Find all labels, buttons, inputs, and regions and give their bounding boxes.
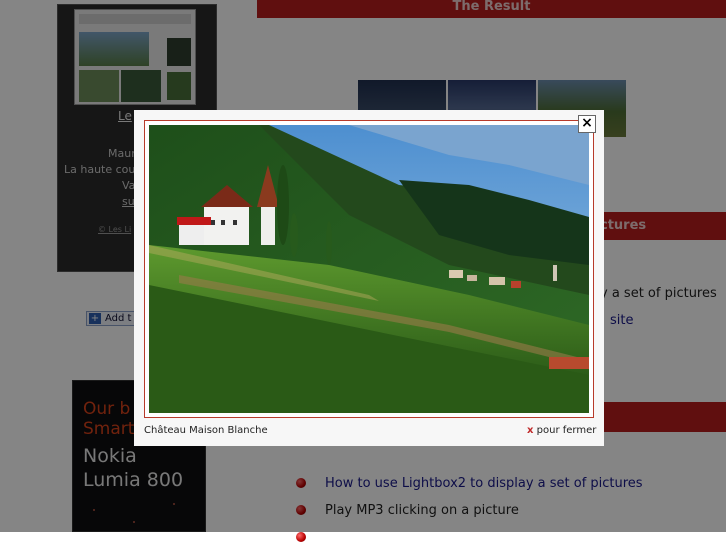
lightbox-dialog: × Château Maison Blanche x pour fermer xyxy=(134,110,604,446)
chateau-vineyard-photo xyxy=(149,125,589,413)
page: Le Maur La haute cout Va su © Les Li + A… xyxy=(0,0,726,542)
close-x-icon: x xyxy=(527,425,534,436)
close-button[interactable]: × xyxy=(578,115,596,133)
bullet-icon xyxy=(296,532,306,542)
lightbox-image-frame xyxy=(144,120,594,418)
lightbox-photo[interactable] xyxy=(149,125,589,413)
close-link[interactable]: x pour fermer xyxy=(527,425,596,436)
close-label: pour fermer xyxy=(536,425,597,436)
lightbox-caption: Château Maison Blanche xyxy=(144,425,268,436)
